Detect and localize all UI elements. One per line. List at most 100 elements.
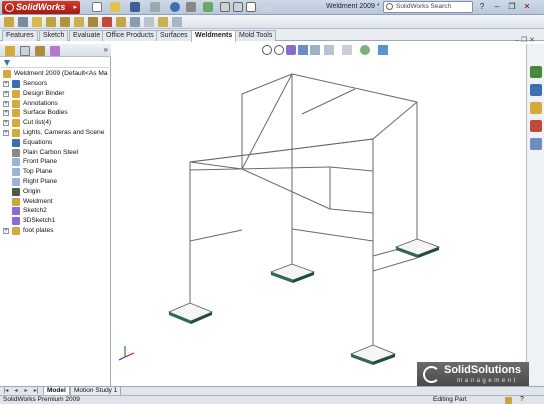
expand-icon[interactable]: + (3, 110, 9, 117)
tree-item-label: Origin (23, 187, 41, 195)
extruded-boss-icon[interactable] (88, 17, 98, 27)
previous-view-icon[interactable] (286, 45, 296, 55)
extruded-cut-icon[interactable] (102, 17, 112, 27)
weldment-tool-icon[interactable] (4, 17, 14, 27)
restore-button[interactable]: ❐ (506, 1, 518, 13)
folder-icon (12, 227, 20, 235)
expand-icon[interactable]: + (3, 228, 9, 234)
frame-member (189, 138, 374, 163)
tab-mold-tools[interactable]: Mold Tools (235, 30, 277, 41)
view-orientation-icon[interactable] (310, 45, 320, 55)
section-view-icon[interactable] (298, 45, 308, 55)
expand-icon[interactable]: + (3, 100, 9, 107)
tab-features[interactable]: Features (2, 30, 38, 41)
apply-scene-icon[interactable] (378, 45, 388, 55)
gusset-icon[interactable] (60, 17, 70, 27)
part-icon (3, 70, 11, 78)
reference-geometry-icon[interactable] (144, 17, 154, 27)
solidworks-resources-icon[interactable] (530, 66, 542, 78)
last-tab-icon[interactable]: ▸| (32, 387, 40, 395)
title-bar: SolidWorks ▸ Weldment 2009 * SolidWorks … (0, 0, 544, 15)
fullscreen-icon[interactable] (233, 2, 243, 12)
3dsketch-icon (12, 217, 20, 226)
weld-bead-icon[interactable] (172, 17, 182, 27)
close-button[interactable]: ✕ (521, 1, 533, 13)
close-viewport-icon[interactable]: ✕ (529, 37, 535, 44)
weldment-icon (12, 197, 20, 206)
print-icon[interactable] (150, 2, 160, 12)
frame-member (241, 73, 293, 170)
structural-member-icon[interactable] (18, 17, 28, 27)
sketch-3d-icon[interactable] (158, 17, 168, 27)
next-tab-icon[interactable]: ▸ (22, 387, 30, 395)
view-palette-icon[interactable] (530, 120, 542, 132)
property-manager-tab-icon[interactable] (20, 46, 30, 56)
design-library-icon[interactable] (530, 84, 542, 96)
status-product: SolidWorks Premium 2009 (3, 396, 80, 403)
rebuild-status-icon (505, 397, 512, 404)
minimize-button[interactable]: – (491, 1, 503, 13)
tab-weldments[interactable]: Weldments (191, 30, 237, 42)
open-folder-icon[interactable] (110, 2, 120, 12)
restore-viewport-icon[interactable]: ❐ (521, 37, 527, 44)
new-document-icon[interactable] (92, 2, 102, 12)
tree-item-label: Annotations (23, 99, 58, 107)
foot-plates (167, 238, 441, 365)
tab-office-products[interactable]: Office Products (102, 30, 158, 41)
rebuild-icon[interactable] (203, 2, 213, 12)
appearances-icon[interactable] (530, 138, 542, 150)
file-explorer-icon[interactable] (530, 102, 542, 114)
tab-evaluate[interactable]: Evaluate (69, 30, 105, 41)
help-question-icon[interactable]: ? (476, 1, 488, 13)
tab-sketch[interactable]: Sketch (39, 30, 69, 41)
feature-tree-tab-icon[interactable] (5, 46, 15, 56)
foot-plate (349, 344, 397, 365)
dimxpert-tab-icon[interactable] (50, 46, 60, 56)
tree-item-label: foot plates (23, 227, 54, 234)
search-icon (386, 3, 393, 10)
search-placeholder: SolidWorks Search (396, 3, 452, 10)
tree-filter[interactable] (1, 59, 109, 68)
display-style-icon[interactable] (324, 45, 334, 55)
frame-member (189, 166, 331, 171)
tree-item-label: Sketch2 (23, 207, 47, 215)
undo-icon[interactable] (170, 2, 180, 12)
filter-funnel-icon (4, 60, 10, 66)
expand-icon[interactable]: + (3, 120, 9, 127)
options-icon[interactable] (220, 2, 230, 12)
frame-member (329, 166, 374, 172)
end-cap-icon[interactable] (46, 17, 56, 27)
design-binder-icon (12, 89, 20, 98)
feature-manager-tabs: » (0, 44, 111, 57)
expand-icon[interactable]: + (3, 130, 9, 136)
expand-icon[interactable]: + (3, 90, 9, 97)
frame-member (241, 168, 331, 210)
solidworks-menu-button[interactable]: SolidWorks ▸ (2, 1, 80, 14)
collapse-panel-icon[interactable]: » (104, 45, 108, 54)
prev-tab-icon[interactable]: ◂ (12, 387, 20, 395)
expand-icon[interactable]: + (3, 81, 9, 87)
edit-appearance-icon[interactable] (360, 45, 370, 55)
zoom-to-fit-icon[interactable] (262, 45, 272, 55)
help-icon[interactable] (262, 2, 272, 12)
frame-member (189, 161, 243, 170)
chamfer-icon[interactable] (130, 17, 140, 27)
plane-icon (12, 178, 20, 186)
help-icon[interactable]: ? (520, 396, 524, 404)
tab-surfaces[interactable]: Surfaces (156, 30, 192, 41)
configuration-manager-tab-icon[interactable] (35, 46, 45, 56)
trim-extend-icon[interactable] (32, 17, 42, 27)
hole-wizard-icon[interactable] (116, 17, 126, 27)
fillet-bead-icon[interactable] (74, 17, 84, 27)
first-tab-icon[interactable]: |◂ (2, 387, 10, 395)
search-input[interactable]: SolidWorks Search (383, 1, 473, 13)
window-icon[interactable] (246, 2, 256, 12)
cut-list-icon (12, 119, 20, 128)
select-icon[interactable] (186, 2, 196, 12)
hide-show-items-icon[interactable] (342, 45, 352, 55)
save-icon[interactable] (130, 2, 140, 12)
graphics-area[interactable] (112, 44, 526, 386)
zoom-to-area-icon[interactable] (274, 45, 284, 55)
material-icon (12, 148, 20, 157)
minimize-viewport-icon[interactable]: – (515, 37, 519, 44)
